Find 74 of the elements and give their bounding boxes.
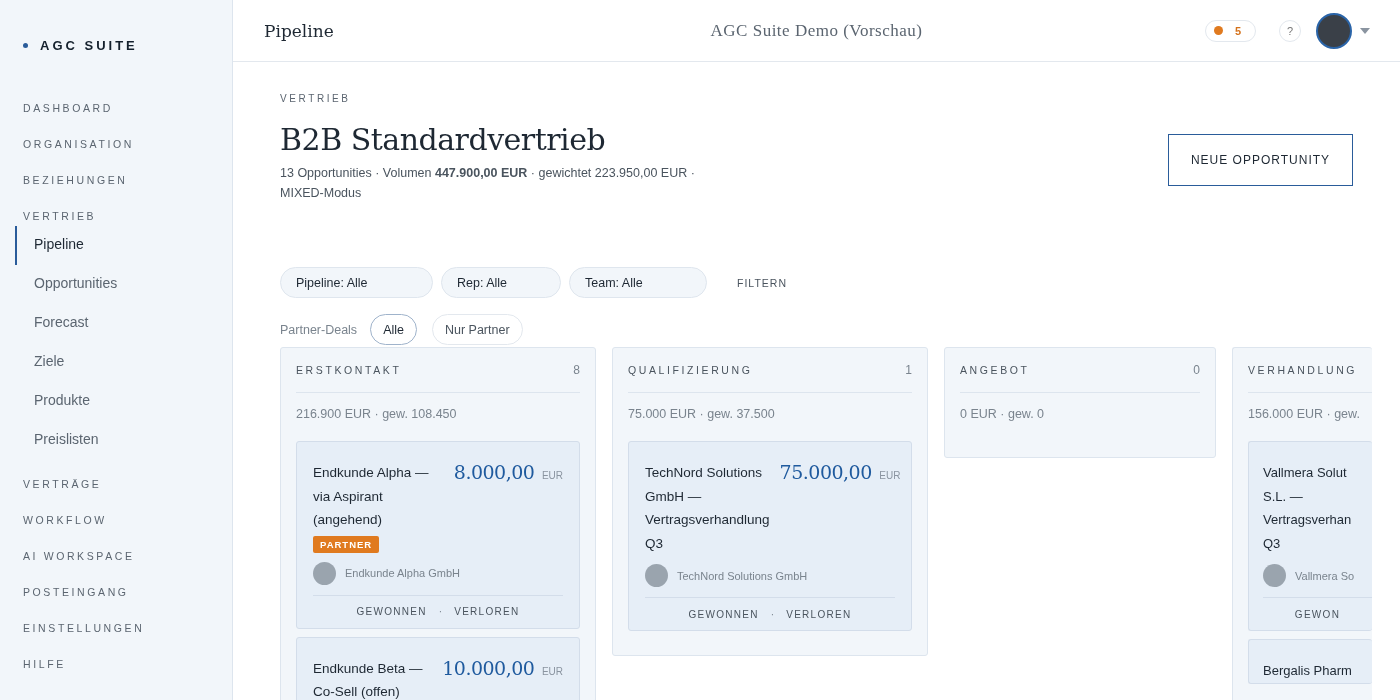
won-button[interactable]: GEWONNEN — [688, 608, 759, 620]
column-count: 1 — [905, 363, 912, 377]
partner-filter-label: Partner-Deals — [280, 322, 358, 337]
partner-filter-option[interactable]: Nur Partner — [431, 314, 523, 345]
brand-dot-icon — [23, 42, 28, 48]
caret-icon[interactable] — [1360, 27, 1370, 34]
brand-name: AGC SUITE — [40, 37, 138, 53]
new-opportunity-button[interactable]: NEUE OPPORTUNITY — [1168, 134, 1353, 186]
help-button[interactable]: ? — [1279, 19, 1301, 42]
currency-label: EUR — [879, 470, 901, 481]
pipeline-title: B2B Standardvertrieb — [280, 122, 607, 157]
section-label: VERTRIEB — [280, 93, 352, 104]
pipeline-summary: 13 Opportunities · Volumen 447.900,00 EUR · gewichtet 223.950,00 EUR · MIXED-Modus — [280, 165, 696, 202]
separator: · — [438, 606, 443, 617]
avatar — [645, 564, 668, 587]
column-totals: 75.000 EUR · gew. 37.500 — [628, 407, 776, 421]
nav-section[interactable]: HILFE — [0, 646, 232, 682]
nav-item[interactable]: Forecast — [15, 304, 232, 343]
partner-filter-option[interactable]: Alle — [370, 314, 417, 345]
opportunity-amount: 75.000,00 — [779, 461, 872, 483]
avatar — [313, 561, 336, 585]
nav-item[interactable]: Produkte — [15, 382, 232, 421]
partner-badge: PARTNER — [313, 535, 380, 553]
opportunity-title: Vallmera Solut S.L. — Vertragsverhan Q3 — [1263, 464, 1353, 553]
opportunity-title: Bergalis Pharm — [1263, 662, 1352, 680]
column-totals: 216.900 EUR · gew. 108.450 — [296, 407, 458, 421]
opportunity-title: TechNord Solutions GmbH — Vertragsverhandlung Q3 — [645, 464, 770, 553]
currency-label: EUR — [541, 470, 563, 481]
currency-label: EUR — [541, 665, 563, 677]
nav-section[interactable]: ORGANISATION — [0, 126, 232, 162]
column-totals: 156.000 EUR · gew. — [1248, 407, 1361, 421]
lost-button[interactable]: VERLOREN — [786, 608, 852, 620]
company-name: Endkunde Alpha GmbH — [345, 567, 460, 579]
nav-section[interactable]: WORKFLOW — [0, 502, 232, 538]
app-title: AGC Suite Demo (Vorschau) — [710, 20, 923, 41]
column-count: 8 — [573, 363, 580, 377]
opportunity-card[interactable]: TechNord Solutions GmbH — Vertragsverhandlung Q3 75.000,00 EUR TechNord Solutions GmbH GEWONNEN · VERLOREN — [628, 441, 912, 631]
nav-section[interactable]: BEZIEHUNGEN — [0, 162, 232, 198]
opportunity-card[interactable]: Bergalis Pharm — [1248, 639, 1372, 684]
page-title: Pipeline — [264, 20, 334, 41]
opportunity-amount: 8.000,00 — [453, 461, 535, 483]
nav-section[interactable]: EINSTELLUNGEN — [0, 610, 232, 646]
filter-dropdown[interactable]: Pipeline: Alle — [280, 267, 433, 298]
opportunity-title: Endkunde Beta — Co-Sell (offen) — [313, 659, 424, 700]
opportunity-card[interactable]: Endkunde Beta — Co-Sell (offen) 10.000,00 EUR — [296, 636, 580, 700]
nav-item[interactable]: Preislisten — [15, 421, 232, 460]
column-title: VERHANDLUNG — [1248, 364, 1358, 376]
column-title: ANGEBOT — [960, 364, 1030, 376]
column-title: QUALIFIZIERUNG — [628, 364, 753, 376]
nav-section[interactable]: DASHBOARD — [0, 90, 232, 126]
avatar — [1263, 564, 1286, 587]
column-totals: 0 EUR · gew. 0 — [960, 407, 1046, 421]
column-title: ERSTKONTAKT — [296, 364, 402, 376]
opportunity-amount: 10.000,00 — [442, 656, 535, 679]
won-button[interactable]: GEWONNEN — [356, 606, 427, 617]
column-count: 0 — [1193, 363, 1200, 377]
nav-item[interactable]: Opportunities — [15, 265, 232, 304]
won-button[interactable]: GEWON — [1294, 608, 1341, 620]
filter-dropdown[interactable]: Rep: Alle — [441, 267, 561, 298]
nav-section[interactable]: VERTRÄGE — [0, 466, 232, 502]
filter-button[interactable]: FILTERN — [731, 275, 793, 290]
opportunity-card[interactable]: Vallmera Solut S.L. — Vertragsverhan Q3 Vallmera So GEWON — [1248, 441, 1372, 631]
opportunity-card[interactable]: Endkunde Alpha — via Aspirant (angehend) 8.000,00 EUR PARTNER Endkunde Alpha GmbH GEWONNEN · VERLOREN — [296, 441, 580, 629]
separator: · — [770, 608, 775, 620]
opportunity-title: Endkunde Alpha — via Aspirant (angehend) — [313, 464, 430, 529]
nav-item[interactable]: Ziele — [15, 343, 232, 382]
company-name: Vallmera So — [1295, 569, 1355, 582]
nav-section[interactable]: AI WORKSPACE — [0, 538, 232, 574]
lost-button[interactable]: VERLOREN — [454, 606, 520, 617]
filter-dropdown[interactable]: Team: Alle — [569, 267, 707, 298]
nav-item[interactable]: Pipeline — [15, 226, 232, 265]
company-name: TechNord Solutions GmbH — [677, 569, 808, 582]
nav-section[interactable]: POSTEINGANG — [0, 574, 232, 610]
avatar[interactable] — [1316, 12, 1352, 49]
